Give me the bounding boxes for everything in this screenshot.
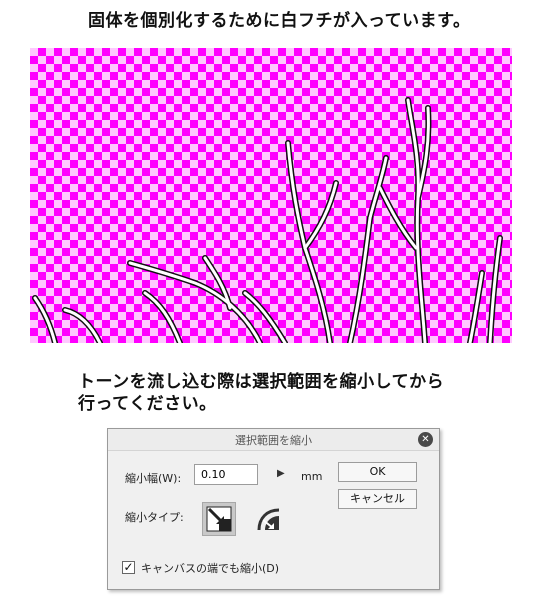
shrink-curve-icon[interactable]	[251, 502, 285, 536]
dialog-title: 選択範囲を縮小	[235, 434, 312, 447]
shrink-type-label: 縮小タイプ:	[125, 511, 184, 524]
shrink-selection-dialog: 選択範囲を縮小 ✕ 縮小幅(W): ▶ mm OK キャンセル 縮小タイプ: ✓…	[107, 428, 440, 590]
caption-instruction-line1: トーンを流し込む際は選択範囲を縮小してから	[78, 372, 445, 392]
unit-label: mm	[301, 470, 323, 483]
shrink-width-label: 縮小幅(W):	[125, 472, 182, 485]
close-icon[interactable]: ✕	[418, 432, 433, 447]
checkerboard-preview	[30, 48, 512, 343]
dialog-title-bar[interactable]: 選択範囲を縮小 ✕	[108, 429, 439, 451]
ok-button[interactable]: OK	[338, 462, 417, 482]
cancel-button[interactable]: キャンセル	[338, 489, 417, 509]
caption-instruction-line2: 行ってください。	[78, 394, 217, 414]
caption-instruction: トーンを流し込む際は選択範囲を縮小してから 行ってください。	[78, 371, 444, 415]
shrink-corner-icon[interactable]	[202, 502, 236, 536]
checkbox-label: キャンバスの端でも縮小(D)	[141, 562, 280, 575]
shrink-width-input[interactable]	[194, 464, 258, 485]
slider-arrow-icon[interactable]: ▶	[277, 468, 285, 479]
caption-top: 固体を個別化するために白フチが入っています。	[88, 11, 471, 31]
shrink-at-canvas-edge-checkbox[interactable]: ✓	[122, 561, 135, 574]
